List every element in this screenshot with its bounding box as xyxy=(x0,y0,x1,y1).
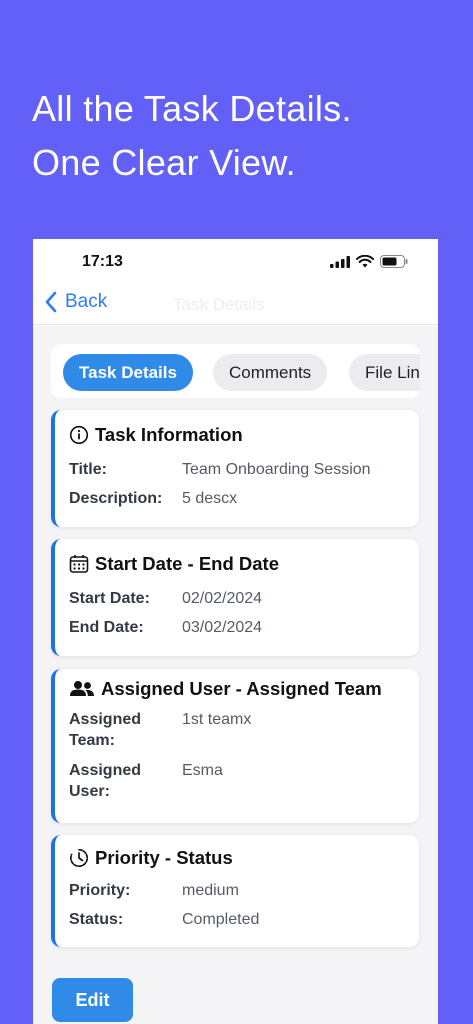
label-line: Team: xyxy=(69,732,115,749)
field-row-assigned-user: Assigned User: Esma xyxy=(69,760,223,802)
tab-comments[interactable]: Comments xyxy=(213,354,328,391)
tab-task-details[interactable]: Task Details xyxy=(63,354,193,391)
assigned-heading: Assigned User - Assigned Team xyxy=(69,678,382,700)
field-label: Start Date: xyxy=(69,590,150,607)
status-bar: 17:13 xyxy=(33,239,438,287)
label-line: User: xyxy=(69,783,110,800)
tab-bar: Task Details Comments File Links xyxy=(51,344,420,398)
dates-heading: Start Date - End Date xyxy=(69,553,279,575)
field-label: Title: xyxy=(69,461,107,478)
label-line: Assigned xyxy=(69,711,142,728)
field-row-status: Status: Completed xyxy=(69,909,259,930)
info-icon xyxy=(69,425,89,445)
label-line: Assigned xyxy=(69,762,142,779)
field-row-description: Description: 5 descx xyxy=(69,488,237,509)
field-label: Assigned Team: xyxy=(69,709,182,751)
task-details-content: Task Details Comments File Links Task In… xyxy=(33,326,438,1024)
field-label: Status: xyxy=(69,911,124,928)
marketing-headline: All the Task Details. One Clear View. xyxy=(32,82,352,190)
navigation-bar: Back Task Details xyxy=(33,287,438,325)
field-value: 02/02/2024 xyxy=(182,590,263,607)
status-icons xyxy=(330,255,408,268)
headline-line-2: One Clear View. xyxy=(32,142,296,183)
field-row-assigned-team: Assigned Team: 1st teamx xyxy=(69,709,251,751)
field-row-priority: Priority: medium xyxy=(69,880,239,901)
field-value: Team Onboarding Session xyxy=(182,461,371,478)
nav-title: Task Details xyxy=(173,295,265,314)
tab-file-links[interactable]: File Links xyxy=(349,354,420,391)
phone-screen: 17:13 Back Task Details Task Details Com… xyxy=(33,239,438,1024)
card-title: Priority - Status xyxy=(95,847,233,868)
priority-heading: Priority - Status xyxy=(69,847,233,869)
field-value: medium xyxy=(182,882,239,899)
headline-line-1: All the Task Details. xyxy=(32,88,352,129)
back-button[interactable]: Back xyxy=(45,291,107,313)
field-value: Completed xyxy=(182,911,260,928)
battery-icon xyxy=(380,255,408,268)
field-label: End Date: xyxy=(69,619,144,636)
back-label: Back xyxy=(65,291,108,312)
calendar-icon xyxy=(69,555,89,573)
chevron-left-icon xyxy=(45,291,57,313)
task-information-card: Task Information Title: Team Onboarding … xyxy=(51,410,419,527)
clock-icon xyxy=(70,848,88,868)
field-label: Priority: xyxy=(69,882,131,899)
wifi-icon xyxy=(356,255,374,268)
users-icon xyxy=(70,681,94,696)
field-value: 1st teamx xyxy=(182,711,252,728)
field-value: 5 descx xyxy=(182,490,238,507)
card-title: Task Information xyxy=(95,424,243,445)
field-value: 03/02/2024 xyxy=(182,619,263,636)
dates-card: Start Date - End Date Start Date: 02/02/… xyxy=(51,539,419,656)
field-label: Description: xyxy=(69,490,163,507)
card-title: Start Date - End Date xyxy=(95,553,280,574)
signal-icon xyxy=(330,255,350,268)
priority-status-card: Priority - Status Priority: medium Statu… xyxy=(51,835,419,947)
field-value: Esma xyxy=(182,762,223,779)
field-label: Assigned User: xyxy=(69,760,182,802)
card-title: Assigned User - Assigned Team xyxy=(101,678,382,699)
field-row-title: Title: Team Onboarding Session xyxy=(69,459,371,480)
field-row-end-date: End Date: 03/02/2024 xyxy=(69,617,262,638)
assigned-card: Assigned User - Assigned Team Assigned T… xyxy=(51,669,419,823)
field-row-start-date: Start Date: 02/02/2024 xyxy=(69,588,262,609)
task-information-heading: Task Information xyxy=(69,424,243,446)
status-time: 17:13 xyxy=(82,253,123,270)
edit-button[interactable]: Edit xyxy=(52,978,133,1022)
